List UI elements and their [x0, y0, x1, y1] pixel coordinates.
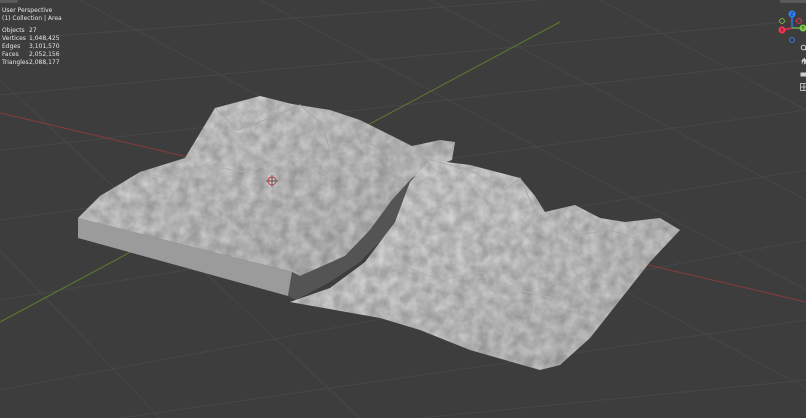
pan-icon[interactable] [800, 57, 806, 65]
scene-canvas[interactable] [0, 0, 806, 418]
stat-label: Faces [2, 51, 19, 58]
view-name: User Perspective [2, 7, 53, 14]
viewport-tools [800, 44, 806, 96]
stat-row: Triangles 2,088,177 [2, 59, 62, 67]
stat-value: 1,048,425 [29, 35, 60, 42]
x-axis-label: X [780, 28, 783, 34]
stat-value: 2,088,177 [29, 59, 60, 66]
y-axis-label: Y [801, 26, 805, 32]
zoom-icon[interactable] [800, 44, 806, 52]
stat-row: Edges 3,101,570 [2, 43, 62, 51]
neg-x-icon [796, 18, 802, 24]
stat-label: Objects [2, 27, 25, 34]
stat-row: Objects 27 [2, 27, 62, 35]
stat-row: Faces 2,052,156 [2, 51, 62, 59]
viewport-info: User Perspective (1) Collection | Area O… [2, 7, 62, 67]
collection-label: (1) Collection | Area [2, 15, 62, 22]
stat-label: Vertices [2, 35, 26, 42]
stat-value: 27 [29, 27, 37, 34]
neg-y-icon [779, 18, 785, 24]
grid-icon[interactable] [800, 83, 806, 91]
navigation-gizmo[interactable]: Z Y X [774, 8, 806, 46]
stat-value: 2,052,156 [29, 51, 60, 58]
stat-value: 3,101,570 [29, 43, 60, 50]
stat-label: Edges [2, 43, 21, 50]
neg-z-icon [789, 37, 795, 43]
3d-viewport[interactable]: User Perspective (1) Collection | Area O… [0, 0, 806, 418]
stat-label: Triangles [2, 59, 29, 66]
camera-icon[interactable] [800, 70, 806, 78]
stat-row: Vertices 1,048,425 [2, 35, 62, 43]
z-axis-label: Z [790, 12, 793, 18]
